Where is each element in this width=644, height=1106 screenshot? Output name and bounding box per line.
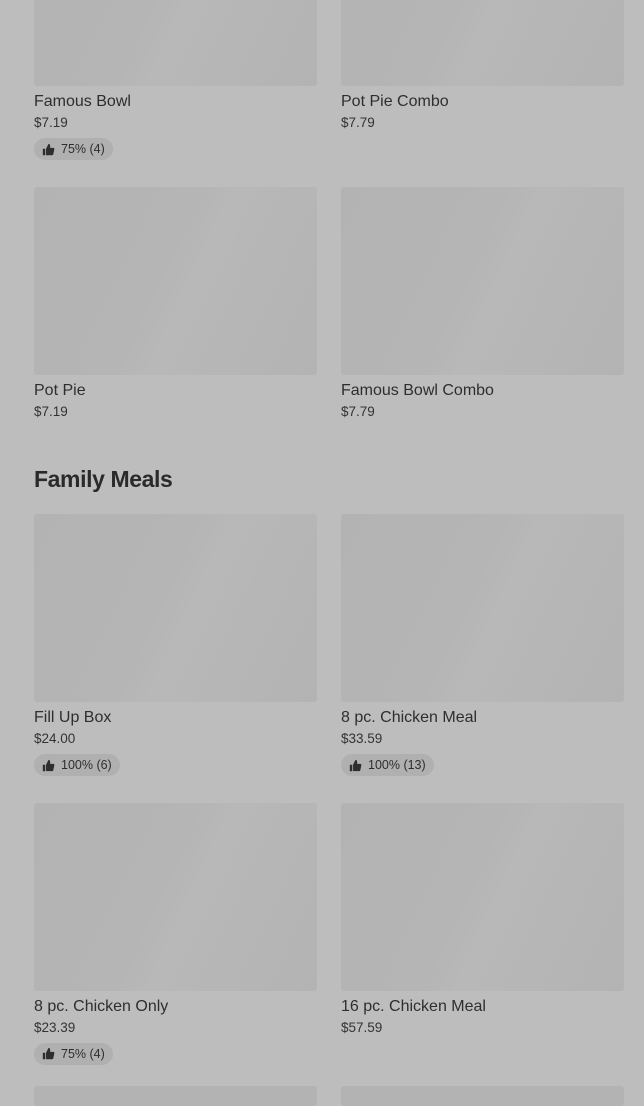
item-image-placeholder[interactable]	[341, 0, 624, 86]
item-price: $7.79	[341, 403, 375, 419]
rating-text: 75% (4)	[61, 1046, 105, 1061]
menu-item-card[interactable]: 8 pc. Chicken Meal $33.59 100% (13)	[341, 514, 624, 777]
item-name: Fill Up Box	[34, 709, 112, 726]
item-price: $33.59	[341, 731, 383, 746]
item-price: $23.39	[34, 1019, 76, 1035]
item-name: 8 pc. Chicken Only	[34, 997, 169, 1015]
item-name: 8 pc. Chicken Meal	[341, 709, 478, 726]
rating-text: 100% (6)	[61, 758, 112, 772]
item-name: Famous Bowl	[34, 93, 131, 110]
menu-item-card[interactable]: 16 pc. Chicken Meal $57.59	[341, 802, 624, 1066]
item-image-placeholder[interactable]	[341, 186, 624, 375]
menu-item-card[interactable]: Pot Pie Combo $7.79	[341, 0, 624, 161]
rating-badge: 75% (4)	[34, 1042, 113, 1065]
rating-badge: 75% (4)	[34, 138, 113, 160]
item-price: $7.19	[34, 403, 68, 419]
item-name: Pot Pie	[34, 381, 86, 399]
menu-item-card[interactable]: Famous Bowl $7.19 75% (4)	[34, 0, 317, 161]
item-image-placeholder[interactable]	[34, 1086, 317, 1106]
thumbs-up-icon	[349, 759, 362, 771]
item-image-placeholder[interactable]	[34, 0, 317, 86]
thumbs-up-icon	[42, 1047, 55, 1060]
menu-item-card[interactable]: Pot Pie $7.19	[34, 186, 317, 421]
item-image-placeholder[interactable]	[34, 514, 317, 702]
item-name: Famous Bowl Combo	[341, 381, 494, 399]
thumbs-up-icon	[42, 759, 55, 771]
next-row-thumbs	[34, 1086, 624, 1106]
menu-item-card[interactable]: 8 pc. Chicken Only $23.39 75% (4)	[34, 802, 317, 1066]
menu-grid-family: Fill Up Box $24.00 100% (6) 8 pc. Chicke…	[34, 514, 624, 1065]
item-image-placeholder[interactable]	[34, 802, 317, 991]
rating-text: 75% (4)	[61, 142, 105, 156]
item-name: 16 pc. Chicken Meal	[341, 997, 486, 1015]
item-image-placeholder[interactable]	[341, 802, 624, 991]
thumbs-up-icon	[42, 143, 55, 155]
item-price: $57.59	[341, 1019, 383, 1035]
section-title-family-meals: Family Meals	[34, 466, 173, 492]
item-image-placeholder[interactable]	[341, 514, 624, 702]
menu-grid-top: Famous Bowl $7.19 75% (4) Pot Pie Combo …	[34, 0, 624, 421]
rating-badge: 100% (13)	[341, 754, 434, 776]
item-price: $7.19	[34, 115, 68, 130]
rating-badge: 100% (6)	[34, 754, 120, 776]
item-name: Pot Pie Combo	[341, 93, 449, 110]
item-image-placeholder[interactable]	[34, 186, 317, 375]
item-price: $24.00	[34, 731, 76, 746]
menu-item-card[interactable]: Famous Bowl Combo $7.79	[341, 186, 624, 421]
item-price: $7.79	[341, 115, 375, 130]
menu-item-card[interactable]: Fill Up Box $24.00 100% (6)	[34, 514, 317, 777]
item-image-placeholder[interactable]	[341, 1086, 624, 1106]
rating-text: 100% (13)	[368, 758, 426, 772]
